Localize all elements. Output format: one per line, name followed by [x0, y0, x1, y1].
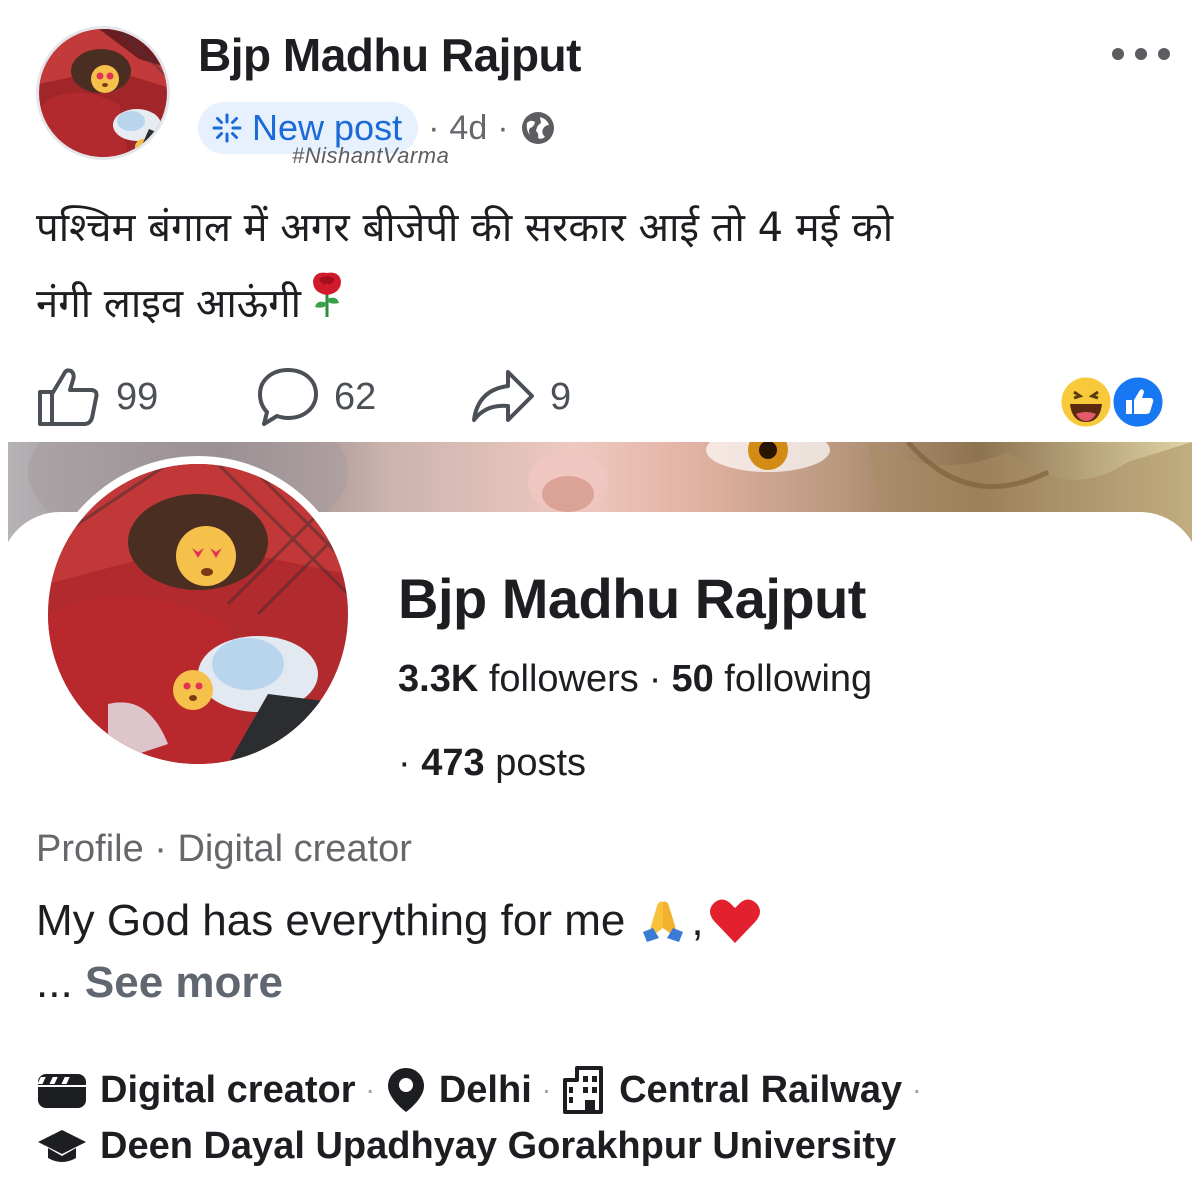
building-icon: [561, 1066, 607, 1114]
red-heart-emoji: [709, 899, 760, 943]
sparkle-icon: [212, 113, 242, 143]
posts-prefix: ·: [398, 742, 411, 784]
bio-emojis: ,: [639, 896, 761, 946]
like-count: 99: [116, 375, 159, 418]
meta-separator: ·: [428, 108, 440, 147]
followers-count[interactable]: 3.3K: [398, 658, 478, 700]
haha-reaction: [1058, 374, 1114, 430]
like-reaction: [1110, 374, 1166, 430]
profile-avatar[interactable]: [40, 456, 356, 772]
profile-details-row: Deen Dayal Upadhyay Gorakhpur University: [36, 1116, 896, 1176]
posts-label: posts: [495, 742, 587, 784]
comment-button[interactable]: 62: [256, 366, 376, 428]
profile-category: Profile · Digital creator: [36, 828, 412, 870]
follow-stats: 3.3K followers · 50 following: [398, 658, 872, 701]
share-button[interactable]: 9: [470, 366, 571, 428]
profile-bio: My God has everything for me ,: [36, 896, 762, 946]
folded-hands-emoji: [643, 901, 684, 942]
thumbs-up-icon: [38, 368, 99, 426]
see-more-link[interactable]: See more: [85, 958, 283, 1007]
detail-separator: ·: [365, 1074, 375, 1105]
share-icon: [472, 370, 534, 422]
stats-separator: ·: [648, 658, 662, 700]
meta-separator: ·: [497, 108, 509, 147]
more-options-icon[interactable]: [1110, 36, 1172, 70]
clapperboard-icon: [36, 1070, 88, 1110]
posts-count: 473: [421, 742, 485, 784]
detail-education[interactable]: Deen Dayal Upadhyay Gorakhpur University: [100, 1125, 896, 1168]
post-author-name[interactable]: Bjp Madhu Rajput: [198, 28, 581, 82]
like-button[interactable]: 99: [36, 366, 158, 428]
watermark: #NishantVarma: [292, 143, 450, 168]
following-count[interactable]: 50: [671, 658, 713, 700]
post-author-avatar[interactable]: [36, 26, 170, 160]
avatar-photo: [48, 464, 348, 764]
post-body: पश्चिम बंगाल में अगर बीजेपी की सरकार आई …: [36, 190, 1166, 344]
avatar-photo: [39, 29, 167, 157]
post-timestamp[interactable]: 4d: [449, 109, 487, 148]
detail-digital-creator: Digital creator: [100, 1068, 356, 1111]
profile-name[interactable]: Bjp Madhu Rajput: [398, 566, 866, 631]
post-action-bar: 99 62 9: [36, 366, 1166, 436]
followers-label[interactable]: followers: [489, 658, 639, 700]
see-more-prefix: ...: [36, 958, 73, 1007]
comment-count: 62: [334, 375, 377, 418]
post-text-line-wrap: नंगी लाइव आऊंगी: [36, 266, 1166, 344]
detail-separator: ·: [912, 1074, 922, 1105]
share-count: 9: [550, 375, 572, 418]
detail-workplace[interactable]: Central Railway: [619, 1069, 902, 1112]
comment-icon: [258, 368, 318, 426]
post-text-line: नंगी लाइव आऊंगी: [36, 281, 302, 327]
bio-comma: ,: [691, 896, 704, 945]
rose-emoji: [307, 268, 347, 344]
graduation-cap-icon: [36, 1126, 88, 1166]
location-pin-icon: [385, 1066, 427, 1114]
following-label[interactable]: following: [724, 658, 872, 700]
profile-details-row: Digital creator · Delhi · Central Railwa…: [36, 1060, 931, 1120]
see-more-row: ... See more: [36, 958, 283, 1008]
posts-stat: · 473 posts: [398, 742, 586, 785]
bio-text: My God has everything for me: [36, 896, 626, 945]
detail-separator: ·: [541, 1074, 552, 1105]
reaction-summary[interactable]: [1056, 374, 1166, 430]
globe-icon[interactable]: [521, 111, 555, 145]
post-text-line: पश्चिम बंगाल में अगर बीजेपी की सरकार आई …: [36, 205, 894, 251]
detail-location[interactable]: Delhi: [439, 1069, 532, 1112]
